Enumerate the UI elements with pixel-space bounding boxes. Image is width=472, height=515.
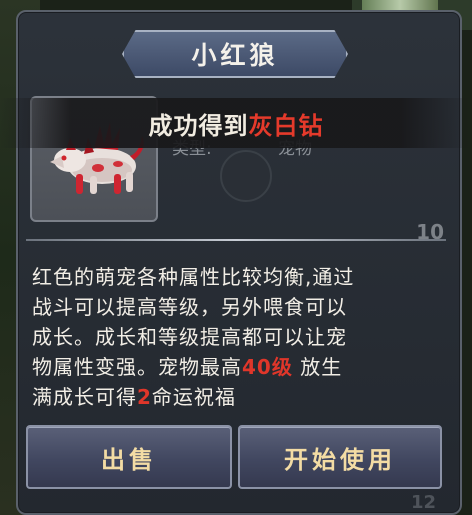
pet-title: 小红狼: [191, 41, 279, 70]
max-level: 40级: [242, 355, 293, 379]
desc-line: 成长。成长和等级提高都可以让宠: [32, 325, 347, 349]
desc-line: 红色的萌宠各种属性比较均衡,通过: [32, 265, 355, 289]
desc-text: 放生: [300, 355, 343, 379]
desc-line: 物属性变强。宠物最高40级 放生: [32, 352, 444, 382]
sell-button[interactable]: 出售: [26, 425, 232, 489]
start-use-button[interactable]: 开始使用: [238, 425, 442, 489]
start-use-button-label: 开始使用: [284, 445, 396, 474]
desc-text: 命运祝福: [151, 385, 236, 409]
blessing-count: 2: [137, 385, 152, 409]
desc-line: 满成长可得2命运祝福: [32, 382, 444, 412]
title-plate: 小红狼: [122, 30, 348, 78]
banner-text: 成功得到灰白钻: [149, 106, 324, 141]
banner-item: 灰白钻: [248, 111, 324, 140]
banner-prefix: 成功得到: [148, 111, 249, 140]
pet-description: 红色的萌宠各种属性比较均衡,通过 战斗可以提高等级，另外喂食可以 成长。成长和等…: [32, 262, 444, 412]
slot-circle-icon: [220, 150, 272, 202]
divider: [26, 239, 446, 241]
sell-button-label: 出售: [101, 445, 157, 474]
desc-text: 物属性变强。宠物最高: [32, 355, 242, 379]
desc-line: 战斗可以提高等级，另外喂食可以: [32, 295, 347, 319]
success-banner: 成功得到灰白钻: [0, 98, 472, 148]
desc-text: 满成长可得: [32, 385, 137, 409]
bottom-hint: 12: [410, 492, 436, 513]
